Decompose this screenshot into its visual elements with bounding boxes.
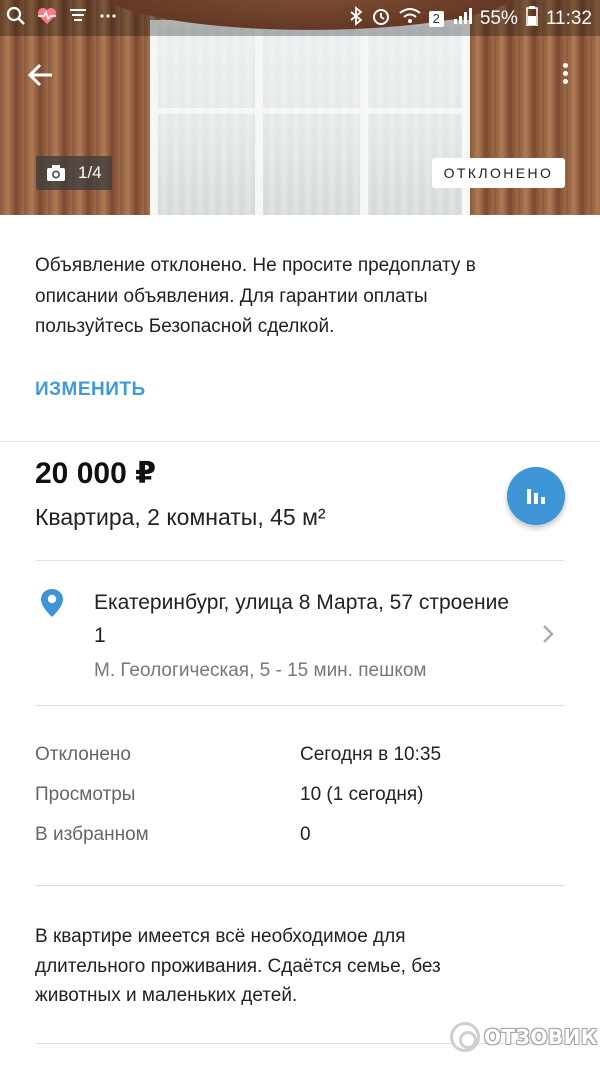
more-options-button[interactable] xyxy=(556,60,574,94)
meta-row-favorites: В избранном 0 xyxy=(35,824,565,864)
listing-title: Квартира, 2 комнаты, 45 м² xyxy=(35,504,326,530)
watermark-text: ОТЗОВИК xyxy=(484,1025,598,1049)
meta-key: В избранном xyxy=(35,824,149,845)
notification-count-badge: 2 xyxy=(428,11,444,27)
listing-price: 20 000 ₽ xyxy=(35,457,156,490)
address-text: Екатеринбург, улица 8 Марта, 57 строение… xyxy=(94,591,510,647)
meta-value: Сегодня в 10:35 xyxy=(300,744,442,765)
wifi-icon xyxy=(398,7,421,31)
more-vert-icon xyxy=(562,63,568,68)
meta-key: Отклонено xyxy=(35,744,131,765)
meta-row-views: Просмотры 10 (1 сегодня) xyxy=(35,784,565,824)
listing-photo[interactable]: 2 55% 11:32 1/4 ОТКЛОНЕНО xyxy=(0,0,600,215)
photo-counter-label: 1/4 xyxy=(78,163,102,182)
watermark-logo xyxy=(450,1022,480,1052)
camera-icon xyxy=(47,165,65,181)
chevron-right-icon xyxy=(543,625,554,643)
status-bar: 2 55% 11:32 xyxy=(0,0,600,36)
battery-icon xyxy=(526,6,538,32)
watermark: ОТЗОВИК xyxy=(450,1022,598,1052)
meta-key: Просмотры xyxy=(35,784,136,805)
alarm-icon xyxy=(371,6,391,32)
meta-value: 0 xyxy=(300,824,311,845)
status-badge: ОТКЛОНЕНО xyxy=(432,158,565,188)
health-heart-icon xyxy=(36,6,58,32)
statistics-button[interactable] xyxy=(507,467,565,525)
battery-percent: 55% xyxy=(479,8,518,29)
divider xyxy=(35,705,565,706)
listing-description: В квартире имеется всё необходимое для д… xyxy=(35,926,441,1006)
rejection-notice-text: Объявление отклонено. Не просите предопл… xyxy=(35,255,476,337)
listing-meta-table: Отклонено Сегодня в 10:35 Просмотры 10 (… xyxy=(35,744,565,864)
message-icon xyxy=(68,6,88,32)
photo-counter: 1/4 xyxy=(36,156,112,190)
location-pin-icon xyxy=(41,589,63,617)
back-button[interactable] xyxy=(24,58,58,92)
edit-button[interactable]: ИЗМЕНИТЬ xyxy=(35,379,146,401)
divider xyxy=(35,885,565,886)
bluetooth-icon xyxy=(349,6,363,32)
bar-chart-icon xyxy=(527,489,545,504)
address-row[interactable]: Екатеринбург, улица 8 Марта, 57 строение… xyxy=(0,561,600,706)
rejection-notice: Объявление отклонено. Не просите предопл… xyxy=(0,215,600,442)
meta-value: 10 (1 сегодня) xyxy=(300,784,424,805)
photo-tulle xyxy=(140,10,480,215)
arrow-left-icon xyxy=(27,63,52,87)
clock: 11:32 xyxy=(545,8,592,29)
meta-row-rejected: Отклонено Сегодня в 10:35 xyxy=(35,744,565,784)
more-notifications-icon xyxy=(98,6,118,32)
metro-info: М. Геологическая, 5 - 15 мин. пешком xyxy=(94,660,427,681)
signal-icon xyxy=(452,7,472,31)
search-icon xyxy=(6,6,26,32)
